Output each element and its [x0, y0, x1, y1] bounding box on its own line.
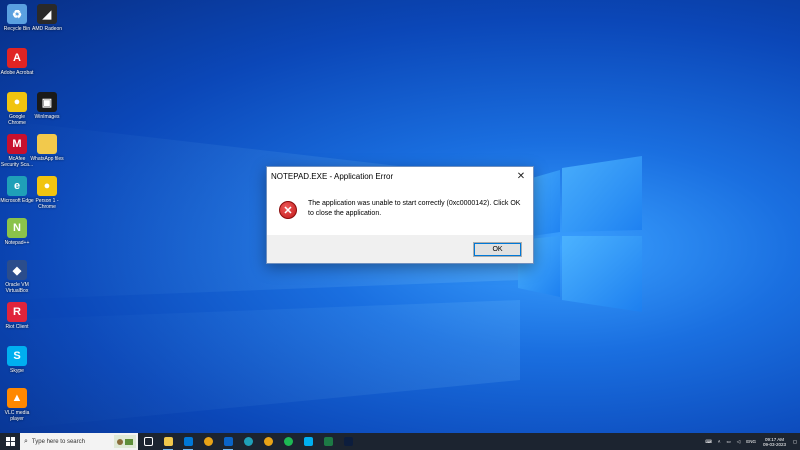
desktop-shortcut-label: Recycle Bin [3, 26, 31, 32]
skype-icon: S [7, 346, 27, 366]
chrome-icon[interactable] [198, 433, 218, 450]
photoshop-icon-glyph [343, 437, 353, 446]
error-message: The application was unable to start corr… [308, 200, 521, 217]
desktop-shortcut[interactable]: S Skype [0, 346, 34, 374]
excel-icon[interactable] [318, 433, 338, 450]
desktop-shortcut[interactable]: ▣ WinImages [30, 92, 64, 120]
windows-start-icon [5, 437, 15, 446]
desktop-shortcut[interactable]: R Riot Client [0, 302, 34, 330]
desktop-shortcut-label: Notepad++ [4, 240, 30, 246]
search-placeholder: Type here to search [31, 438, 85, 445]
volume-icon[interactable]: ◁ [737, 439, 740, 445]
notepad-plus-plus-icon: N [7, 218, 27, 238]
desktop-shortcut-label: McAfee Security Sca... [0, 156, 34, 168]
desktop-shortcut[interactable]: ▲ VLC media player [0, 388, 34, 422]
mail-icon[interactable] [178, 433, 198, 450]
adobe-acrobat-icon: A [7, 48, 27, 68]
dialog-footer: OK [267, 235, 533, 263]
keyboard-icon[interactable]: ⌨ [705, 439, 712, 445]
folder-icon [37, 134, 57, 154]
desktop-shortcut[interactable]: A Adobe Acrobat [0, 48, 34, 76]
desktop-shortcut[interactable]: M McAfee Security Sca... [0, 134, 34, 168]
skype-icon[interactable] [298, 433, 318, 450]
chrome-icon: ● [7, 92, 27, 112]
desktop-shortcut-label: Adobe Acrobat [0, 70, 34, 76]
error-dialog: NOTEPAD.EXE - Application Error ✕ ✕ The … [266, 166, 534, 264]
desktop-shortcut[interactable]: N Notepad++ [0, 218, 34, 246]
language-indicator[interactable]: ENG [746, 439, 756, 444]
desktop-shortcut-label: Oracle VM VirtualBox [5, 282, 29, 294]
edge-icon[interactable] [238, 433, 258, 450]
dialog-body: ✕ The application was unable to start co… [267, 185, 533, 237]
outlook-icon-glyph [223, 437, 233, 446]
desktop-shortcut[interactable]: ♻ Recycle Bin [0, 4, 34, 32]
task-view-icon-glyph [143, 437, 153, 446]
taskbar-search-box[interactable]: ⌕ Type here to search [20, 433, 138, 450]
pinned-apps [138, 433, 358, 450]
edge-icon: e [7, 176, 27, 196]
network-icon[interactable]: ▭ [726, 439, 730, 445]
clock-time: 09:17 AM [764, 436, 784, 442]
error-icon: ✕ [279, 201, 297, 219]
chrome-icon[interactable] [258, 433, 278, 450]
skype-icon-glyph [303, 437, 313, 446]
system-tray: ⌨ ˄ ▭ ◁ ENG 09:17 AM 09-03-2023 ▢ [702, 433, 800, 450]
spotify-icon-glyph [283, 437, 293, 446]
close-icon[interactable]: ✕ [509, 167, 533, 185]
taskbar: ⌕ Type here to search ⌨ ˄ ▭ ◁ ENG 09:17 … [0, 433, 800, 450]
desktop-shortcut-label: Microsoft Edge [0, 198, 34, 204]
start-button[interactable] [0, 433, 20, 450]
desktop-shortcut-label: WinImages [34, 114, 60, 120]
desktop-shortcut[interactable]: WhatsApp files [30, 134, 64, 162]
file-explorer-icon-glyph [163, 437, 173, 446]
search-icon: ⌕ [24, 437, 28, 445]
ok-button[interactable]: OK [473, 241, 522, 257]
search-highlight-doodle-icon[interactable] [114, 435, 136, 448]
desktop-shortcut-label: Person 1 - Chrome [35, 198, 59, 210]
desktop-shortcut[interactable]: ◢ AMD Radeon [30, 4, 64, 32]
amd-radeon-icon: ◢ [37, 4, 57, 24]
chrome-profile-icon: ● [37, 176, 57, 196]
riot-client-icon: R [7, 302, 27, 322]
mcafee-icon: M [7, 134, 27, 154]
winimages-icon: ▣ [37, 92, 57, 112]
excel-icon-glyph [323, 437, 333, 446]
recycle-bin-icon: ♻ [7, 4, 27, 24]
dialog-title: NOTEPAD.EXE - Application Error [271, 171, 394, 181]
file-explorer-icon[interactable] [158, 433, 178, 450]
chrome-icon-glyph [203, 437, 213, 446]
outlook-icon[interactable] [218, 433, 238, 450]
clock[interactable]: 09:17 AM 09-03-2023 [763, 437, 786, 447]
desktop-shortcut-label: WhatsApp files [30, 156, 64, 162]
mail-icon-glyph [183, 437, 193, 446]
chrome-icon-glyph [263, 437, 273, 446]
desktop-shortcut-label: VLC media player [4, 410, 30, 422]
clock-date: 09-03-2023 [762, 441, 786, 447]
chevron-up-icon[interactable]: ˄ [718, 439, 721, 444]
desktop-shortcut[interactable]: e Microsoft Edge [0, 176, 34, 204]
desktop-shortcut-label: Riot Client [5, 324, 29, 330]
photoshop-icon[interactable] [338, 433, 358, 450]
notification-icon[interactable]: ▢ [790, 433, 800, 450]
dialog-titlebar[interactable]: NOTEPAD.EXE - Application Error ✕ [267, 167, 533, 185]
virtualbox-icon: ◆ [7, 260, 27, 280]
desktop-shortcut-label: Skype [10, 368, 24, 374]
desktop-shortcut[interactable]: ● Person 1 - Chrome [30, 176, 64, 210]
desktop-shortcut[interactable]: ◆ Oracle VM VirtualBox [0, 260, 34, 294]
desktop-shortcut[interactable]: ● Google Chrome [0, 92, 34, 126]
spotify-icon[interactable] [278, 433, 298, 450]
desktop-shortcut-label: AMD Radeon [31, 26, 62, 32]
task-view-icon[interactable] [138, 433, 158, 450]
desktop-shortcut-label: Google Chrome [8, 114, 26, 126]
edge-icon-glyph [243, 437, 253, 446]
vlc-icon: ▲ [7, 388, 27, 408]
